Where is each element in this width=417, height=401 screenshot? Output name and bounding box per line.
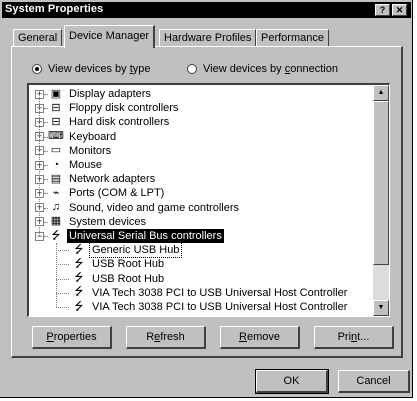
tree-connector xyxy=(56,278,69,280)
usb-icon: ⭍ xyxy=(74,243,84,256)
floppy-controller-icon: ⊟ xyxy=(51,101,61,114)
tree-connector xyxy=(56,307,69,308)
device-label: Generic USB Hub xyxy=(88,242,183,259)
tab-general[interactable]: General xyxy=(13,29,63,46)
usb-icon: ⭍ xyxy=(74,272,84,285)
device-label: Ports (COM & LPT) xyxy=(69,187,165,200)
device-category-row[interactable]: ▦ System devices xyxy=(48,215,148,229)
display-adapter-icon: ▣ xyxy=(50,87,62,100)
usb-device-row[interactable]: ⭍ USB Root Hub xyxy=(71,272,166,286)
tab-hardware-profiles-label: Hardware Profiles xyxy=(164,32,252,44)
device-label: Universal Serial Bus controllers xyxy=(67,229,224,243)
device-label: Hard disk controllers xyxy=(69,116,170,129)
device-label: USB Root Hub xyxy=(92,272,165,285)
title-bar[interactable]: System Properties ? ✕ xyxy=(2,2,411,18)
device-category-row[interactable]: ⊟ Floppy disk controllers xyxy=(48,101,180,115)
print-button[interactable]: Print... xyxy=(314,326,394,349)
view-by-connection-option[interactable]: View devices by connection xyxy=(187,63,338,75)
device-label: System devices xyxy=(69,215,147,228)
scroll-thumb[interactable] xyxy=(373,101,389,265)
tab-hardware-profiles[interactable]: Hardware Profiles xyxy=(159,29,257,46)
device-tree[interactable]: + ▣ Display adapters + ⊟ Floppy disk controll… xyxy=(27,83,390,317)
system-properties-window: System Properties ? ✕ General Device Man… xyxy=(0,0,413,398)
tab-general-label: General xyxy=(18,32,58,44)
network-adapter-icon: ▤ xyxy=(50,172,62,185)
tree-connector xyxy=(56,292,69,294)
device-category-row[interactable]: ⌁ Ports (COM & LPT) xyxy=(48,186,166,200)
device-label: Floppy disk controllers xyxy=(69,102,179,115)
properties-button[interactable]: Properties xyxy=(32,326,112,349)
tab-device-manager-label: Device Manager xyxy=(69,30,150,42)
remove-button[interactable]: Remove xyxy=(220,326,300,349)
device-category-row[interactable]: ⌨ Keyboard xyxy=(48,130,118,144)
tab-performance[interactable]: Performance xyxy=(256,29,329,46)
device-category-row[interactable]: ◔ Mouse xyxy=(48,158,104,172)
tab-performance-label: Performance xyxy=(261,32,324,44)
device-label: Sound, video and game controllers xyxy=(69,201,239,214)
sound-controller-icon: ♫ xyxy=(51,201,61,214)
device-category-row[interactable]: ▣ Display adapters xyxy=(48,87,153,101)
tree-connector xyxy=(39,94,40,236)
usb-device-row[interactable]: ⭍ USB Root Hub xyxy=(71,257,166,271)
tree-connector xyxy=(56,243,57,307)
usb-icon: ⭍ xyxy=(74,286,84,299)
device-label: VIA Tech 3038 PCI to USB Universal Host … xyxy=(92,286,348,299)
device-label: VIA Tech 3038 PCI to USB Universal Host … xyxy=(92,301,348,313)
device-category-row[interactable]: ▭ Monitors xyxy=(48,144,113,158)
device-tree-list: + ▣ Display adapters + ⊟ Floppy disk controll… xyxy=(29,85,374,316)
system-devices-icon: ▦ xyxy=(50,215,62,228)
close-button[interactable]: ✕ xyxy=(392,4,407,16)
monitor-icon: ▭ xyxy=(50,144,62,157)
device-category-row[interactable]: ▤ Network adapters xyxy=(48,172,157,186)
tree-connector xyxy=(56,264,69,266)
keyboard-icon: ⌨ xyxy=(48,130,64,143)
device-label: Display adapters xyxy=(69,88,151,100)
vertical-scrollbar[interactable]: ▲ ▼ xyxy=(373,85,389,316)
tab-device-manager[interactable]: Device Manager xyxy=(64,25,156,48)
device-label: Keyboard xyxy=(69,130,117,143)
usb-device-row[interactable]: ⭍ VIA Tech 3038 PCI to USB Universal Host… xyxy=(71,286,349,300)
ok-button[interactable]: OK xyxy=(255,369,329,394)
view-by-type-option[interactable]: View devices by type xyxy=(32,63,151,75)
view-by-connection-radio[interactable] xyxy=(187,64,197,74)
usb-device-row[interactable]: ⭍ VIA Tech 3038 PCI to USB Universal Host… xyxy=(71,300,349,314)
view-by-type-label: View devices by type xyxy=(48,63,151,75)
refresh-button[interactable]: Refresh xyxy=(126,326,206,349)
device-category-row[interactable]: ⭍ Universal Serial Bus controllers xyxy=(48,229,224,243)
port-icon: ⌁ xyxy=(52,186,60,199)
view-by-connection-label: View devices by connection xyxy=(203,63,338,75)
device-label: Mouse xyxy=(69,159,103,171)
device-label: USB Root Hub xyxy=(92,258,165,271)
device-label: Monitors xyxy=(69,144,112,157)
usb-icon: ⭍ xyxy=(74,300,84,313)
usb-icon: ⭍ xyxy=(51,229,61,242)
hard-disk-controller-icon: ⊟ xyxy=(51,115,61,128)
tree-connector xyxy=(56,250,69,252)
window-title: System Properties xyxy=(5,3,104,15)
scroll-up-button[interactable]: ▲ xyxy=(373,85,389,101)
help-button[interactable]: ? xyxy=(375,4,390,16)
device-category-row[interactable]: ⊟ Hard disk controllers xyxy=(48,115,171,129)
scroll-down-button[interactable]: ▼ xyxy=(373,300,389,316)
cancel-button[interactable]: Cancel xyxy=(338,370,410,393)
device-category-row[interactable]: ♫ Sound, video and game controllers xyxy=(48,201,241,215)
usb-icon: ⭍ xyxy=(74,257,84,270)
mouse-icon: ◔ xyxy=(52,158,60,171)
usb-device-row[interactable]: ⭍ Generic USB Hub xyxy=(71,242,183,259)
device-label: Network adapters xyxy=(69,173,156,186)
view-by-type-radio[interactable] xyxy=(32,64,42,74)
